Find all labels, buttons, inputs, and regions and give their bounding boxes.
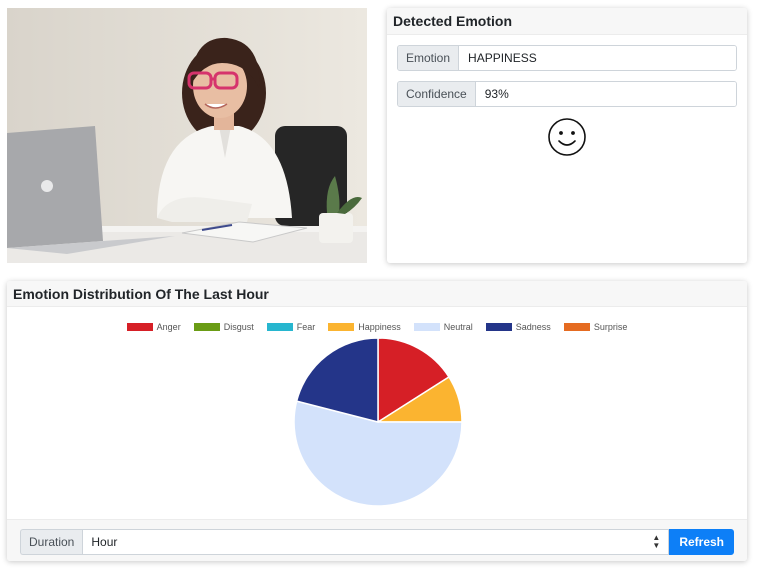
legend-swatch bbox=[266, 323, 293, 331]
legend-item-fear[interactable]: Fear bbox=[266, 322, 316, 332]
chart-legend: Anger Disgust Fear Happiness Neutral Sadness S… bbox=[7, 322, 747, 332]
legend-label: Anger bbox=[156, 322, 181, 332]
legend-label: Sadness bbox=[515, 322, 551, 332]
legend-item-surprise[interactable]: Surprise bbox=[563, 322, 628, 332]
legend-item-neutral[interactable]: Neutral bbox=[413, 322, 473, 332]
confidence-value: 93% bbox=[475, 82, 736, 106]
confidence-field: Confidence 93% bbox=[397, 81, 737, 107]
duration-control: Duration Hour ▲ ▼ Refresh bbox=[20, 529, 734, 555]
legend-label: Disgust bbox=[223, 322, 254, 332]
webcam-photo bbox=[7, 8, 367, 263]
refresh-button[interactable]: Refresh bbox=[669, 529, 734, 555]
legend-item-anger[interactable]: Anger bbox=[126, 322, 181, 332]
legend-item-happiness[interactable]: Happiness bbox=[328, 322, 401, 332]
duration-selected-value: Hour bbox=[91, 535, 118, 549]
legend-label: Surprise bbox=[593, 322, 628, 332]
legend-label: Neutral bbox=[443, 322, 473, 332]
legend-swatch bbox=[126, 323, 153, 331]
confidence-label: Confidence bbox=[398, 82, 476, 106]
legend-swatch bbox=[413, 323, 440, 331]
distribution-footer: Duration Hour ▲ ▼ Refresh bbox=[7, 519, 747, 561]
select-caret-icon: ▲ ▼ bbox=[652, 533, 661, 550]
detected-emotion-title: Detected Emotion bbox=[387, 8, 747, 35]
legend-item-disgust[interactable]: Disgust bbox=[193, 322, 254, 332]
detected-emotion-card: Detected Emotion Emotion HAPPINESS Confi… bbox=[387, 8, 747, 263]
legend-label: Fear bbox=[296, 322, 316, 332]
legend-item-sadness[interactable]: Sadness bbox=[485, 322, 551, 332]
emotion-pie-chart bbox=[293, 337, 463, 507]
emotion-value: HAPPINESS bbox=[459, 46, 736, 70]
duration-select[interactable]: Hour ▲ ▼ bbox=[82, 529, 670, 555]
distribution-title: Emotion Distribution Of The Last Hour bbox=[7, 281, 747, 307]
legend-swatch bbox=[563, 323, 590, 331]
emotion-label: Emotion bbox=[398, 46, 460, 70]
smiley-icon bbox=[548, 118, 586, 156]
legend-swatch bbox=[328, 323, 355, 331]
legend-label: Happiness bbox=[358, 322, 401, 332]
emotion-distribution-card: Emotion Distribution Of The Last Hour An… bbox=[7, 281, 747, 561]
emotion-field: Emotion HAPPINESS bbox=[397, 45, 737, 71]
legend-swatch bbox=[193, 323, 220, 331]
legend-swatch bbox=[485, 323, 512, 331]
duration-label: Duration bbox=[20, 529, 83, 555]
